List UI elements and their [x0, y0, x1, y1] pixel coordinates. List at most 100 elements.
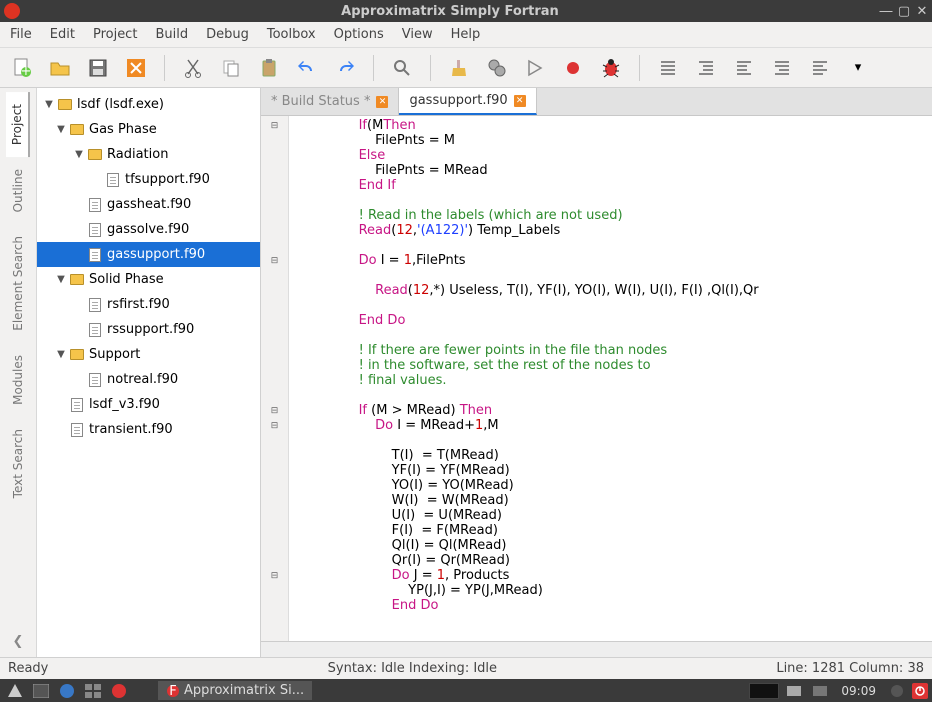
editor-tab[interactable]: gassupport.f90✕	[399, 88, 536, 115]
close-file-icon[interactable]	[124, 56, 148, 80]
side-tab-outline[interactable]: Outline	[7, 157, 29, 224]
fold-marker[interactable]: ⊟	[261, 568, 288, 583]
paste-icon[interactable]	[257, 56, 281, 80]
fold-marker[interactable]: ⊟	[261, 403, 288, 418]
code-line[interactable]: If(MThen	[309, 118, 932, 133]
code-line[interactable]: YF(I) = YF(MRead)	[309, 463, 932, 478]
menu-debug[interactable]: Debug	[206, 27, 249, 42]
indent-center-icon[interactable]	[732, 56, 756, 80]
indent-left-icon[interactable]	[694, 56, 718, 80]
code-line[interactable]: T(I) = T(MRead)	[309, 448, 932, 463]
tree-file[interactable]: notreal.f90	[37, 367, 260, 392]
code-line[interactable]: ! Read in the labels (which are not used…	[309, 208, 932, 223]
code-line[interactable]: Read(12,*) Useless, T(I), YF(I), YO(I), …	[309, 283, 932, 298]
horizontal-scrollbar[interactable]	[261, 641, 932, 657]
indent-right-icon[interactable]	[770, 56, 794, 80]
record-icon[interactable]	[561, 56, 585, 80]
code-line[interactable]: FilePnts = MRead	[309, 163, 932, 178]
new-file-icon[interactable]: +	[10, 56, 34, 80]
code-line[interactable]	[309, 298, 932, 313]
code-line[interactable]: F(I) = F(MRead)	[309, 523, 932, 538]
tree-file[interactable]: rsfirst.f90	[37, 292, 260, 317]
menu-file[interactable]: File	[10, 27, 32, 42]
toolbar-dropdown-icon[interactable]: ▾	[846, 56, 870, 80]
code-line[interactable]: W(I) = W(MRead)	[309, 493, 932, 508]
fold-marker[interactable]: ⊟	[261, 418, 288, 433]
code-line[interactable]: Qr(I) = Qr(MRead)	[309, 553, 932, 568]
outdent-icon[interactable]	[656, 56, 680, 80]
project-tree-pane[interactable]: ▼lsdf (lsdf.exe)▼Gas Phase▼Radiationtfsu…	[37, 88, 261, 657]
redo-icon[interactable]	[333, 56, 357, 80]
tree-folder[interactable]: ▼Radiation	[37, 142, 260, 167]
clean-icon[interactable]	[447, 56, 471, 80]
code-line[interactable]: ! in the software, set the rest of the n…	[309, 358, 932, 373]
tree-folder[interactable]: ▼Support	[37, 342, 260, 367]
show-desktop-icon[interactable]	[30, 682, 52, 700]
code-line[interactable]	[309, 433, 932, 448]
code-line[interactable]	[309, 268, 932, 283]
debug-bug-icon[interactable]	[599, 56, 623, 80]
taskbar-task-button[interactable]: F Approximatrix Si...	[158, 681, 312, 700]
undo-icon[interactable]	[295, 56, 319, 80]
build-icon[interactable]	[485, 56, 509, 80]
tray-icon-2[interactable]	[809, 682, 831, 700]
code-line[interactable]	[309, 238, 932, 253]
taskbar-clock[interactable]: 09:09	[835, 684, 882, 698]
code-line[interactable]: YO(I) = YO(MRead)	[309, 478, 932, 493]
tray-icon-1[interactable]	[783, 682, 805, 700]
tree-file[interactable]: rssupport.f90	[37, 317, 260, 342]
start-menu-icon[interactable]	[4, 682, 26, 700]
fold-gutter[interactable]: ⊟⊟⊟⊟⊟	[261, 116, 289, 641]
tab-close-icon[interactable]: ✕	[514, 95, 526, 107]
tree-folder[interactable]: ▼lsdf (lsdf.exe)	[37, 92, 260, 117]
menu-toolbox[interactable]: Toolbox	[267, 27, 316, 42]
code-line[interactable]	[309, 388, 932, 403]
menu-options[interactable]: Options	[334, 27, 384, 42]
menu-project[interactable]: Project	[93, 27, 137, 42]
code-line[interactable]	[309, 328, 932, 343]
fold-marker[interactable]: ⊟	[261, 118, 288, 133]
menu-help[interactable]: Help	[451, 27, 481, 42]
code-line[interactable]: Read(12,'(A122)') Temp_Labels	[309, 223, 932, 238]
tree-expand-icon[interactable]: ▼	[55, 274, 67, 285]
code-line[interactable]: End If	[309, 178, 932, 193]
tab-close-icon[interactable]: ✕	[376, 96, 388, 108]
run-icon[interactable]	[523, 56, 547, 80]
open-file-icon[interactable]	[48, 56, 72, 80]
code-line[interactable]: ! final values.	[309, 373, 932, 388]
tree-folder[interactable]: ▼Gas Phase	[37, 117, 260, 142]
save-icon[interactable]	[86, 56, 110, 80]
tree-file[interactable]: tfsupport.f90	[37, 167, 260, 192]
menu-build[interactable]: Build	[155, 27, 188, 42]
code-line[interactable]	[309, 193, 932, 208]
side-tab-element-search[interactable]: Element Search	[7, 224, 29, 343]
code-line[interactable]: U(I) = U(MRead)	[309, 508, 932, 523]
side-tab-modules[interactable]: Modules	[7, 343, 29, 417]
tree-file[interactable]: transient.f90	[37, 417, 260, 442]
code-line[interactable]: FilePnts = M	[309, 133, 932, 148]
cut-icon[interactable]	[181, 56, 205, 80]
copy-icon[interactable]	[219, 56, 243, 80]
tree-file[interactable]: gassolve.f90	[37, 217, 260, 242]
code-line[interactable]: Else	[309, 148, 932, 163]
code-line[interactable]: Ql(I) = Ql(MRead)	[309, 538, 932, 553]
code-line[interactable]: Do I = MRead+1,M	[309, 418, 932, 433]
power-button-icon[interactable]	[912, 683, 928, 699]
tree-file[interactable]: gassupport.f90	[37, 242, 260, 267]
close-window-button[interactable]: ✕	[916, 5, 928, 17]
tree-file[interactable]: lsdf_v3.f90	[37, 392, 260, 417]
find-icon[interactable]	[390, 56, 414, 80]
tree-expand-icon[interactable]: ▼	[55, 349, 67, 360]
browser-icon[interactable]	[56, 682, 78, 700]
code-line[interactable]: Do I = 1,FilePnts	[309, 253, 932, 268]
fold-marker[interactable]: ⊟	[261, 253, 288, 268]
maximize-button[interactable]: ▢	[898, 5, 910, 17]
side-tab-project[interactable]: Project	[6, 92, 30, 157]
code-line[interactable]: End Do	[309, 313, 932, 328]
tree-expand-icon[interactable]: ▼	[55, 124, 67, 135]
side-tab-chevron-icon[interactable]: ❮	[13, 626, 24, 657]
tree-expand-icon[interactable]: ▼	[43, 99, 55, 110]
code-line[interactable]: ! If there are fewer points in the file …	[309, 343, 932, 358]
tree-folder[interactable]: ▼Solid Phase	[37, 267, 260, 292]
app-launcher-icon[interactable]	[108, 682, 130, 700]
